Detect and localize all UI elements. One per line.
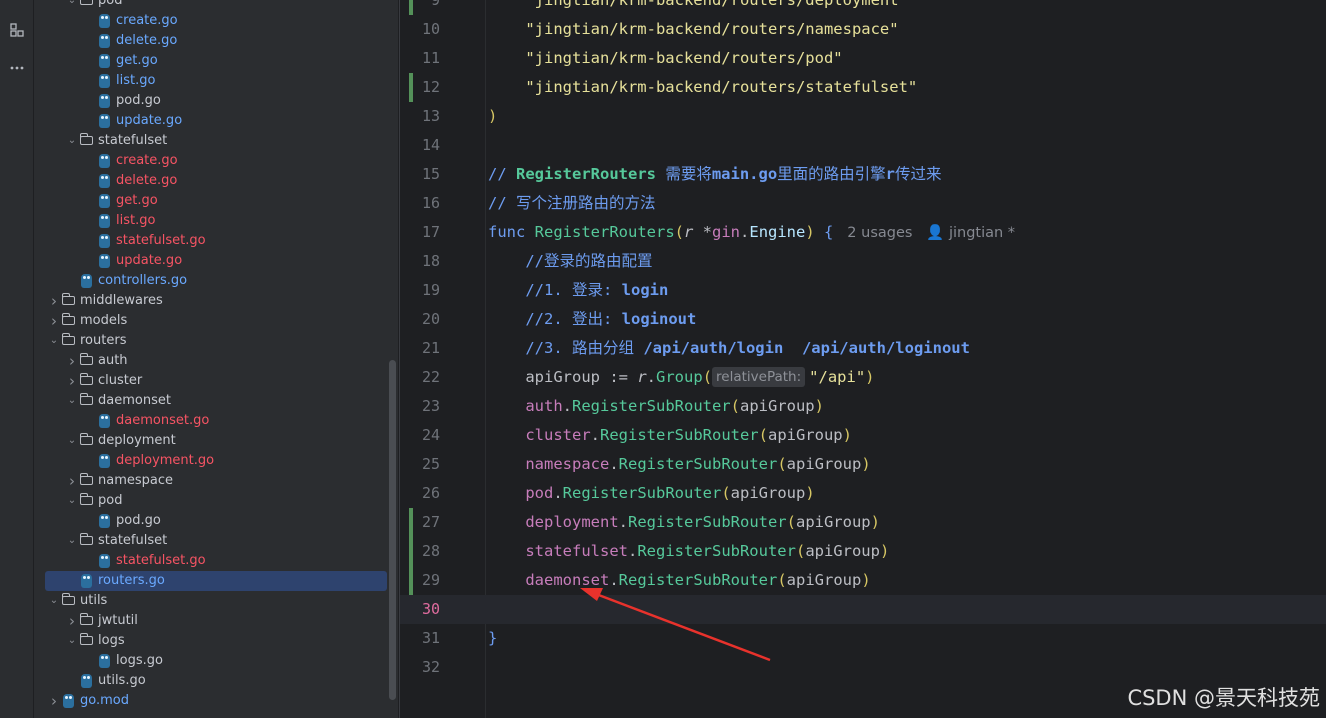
annotation-arrow xyxy=(580,588,771,662)
annotation-arrow-head xyxy=(580,588,603,601)
annotation-arrow-line xyxy=(595,592,771,662)
